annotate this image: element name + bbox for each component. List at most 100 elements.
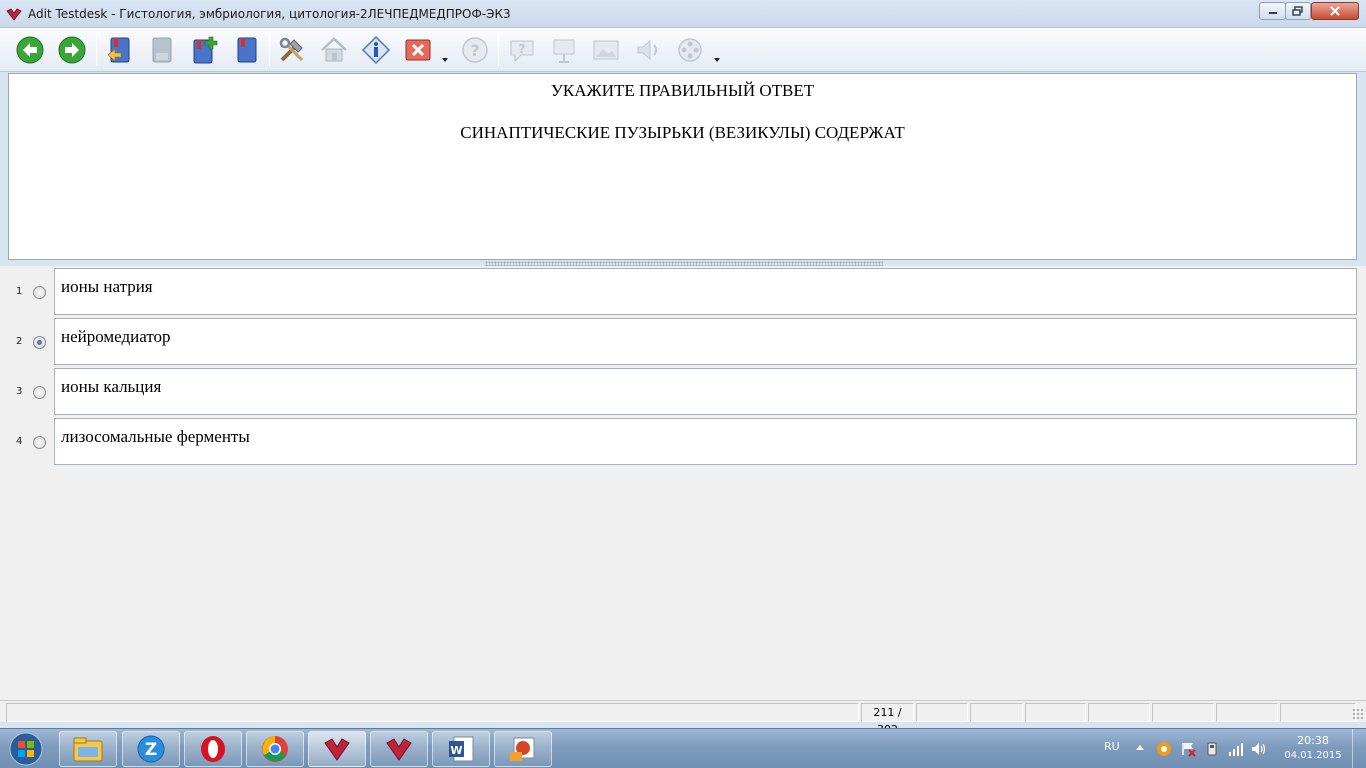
taskbar-word[interactable]: W <box>432 731 490 767</box>
action-center-icon[interactable] <box>1180 741 1196 757</box>
taskbar: Z W RU 20:38 04.01.2015 <box>0 728 1366 768</box>
image-icon <box>593 40 619 60</box>
question-pane: УКАЖИТЕ ПРАВИЛЬНЫЙ ОТВЕТ СИНАПТИЧЕСКИЕ П… <box>8 73 1357 260</box>
book-button[interactable] <box>229 33 263 67</box>
hint-button[interactable]: ? <box>505 33 539 67</box>
close-icon <box>1330 6 1340 16</box>
add-button[interactable] <box>187 33 221 67</box>
taskbar-z-app[interactable]: Z <box>122 731 180 767</box>
taskbar-chrome[interactable] <box>246 731 304 767</box>
status-cell <box>1088 703 1150 722</box>
taskbar-explorer[interactable] <box>59 731 117 767</box>
image-button[interactable] <box>589 33 623 67</box>
save-button[interactable] <box>144 33 178 67</box>
taskbar-testdesk-2[interactable] <box>370 731 428 767</box>
status-cell <box>970 703 1023 722</box>
clock-date: 04.01.2015 <box>1284 750 1342 761</box>
presentation-button[interactable] <box>547 33 581 67</box>
answer-radio-4[interactable] <box>33 436 46 449</box>
question-counter: 211 / 302 <box>861 703 914 736</box>
answer-option-2[interactable]: 2 нейромедиатор <box>0 316 1366 365</box>
opera-icon <box>201 736 225 762</box>
maximize-button[interactable] <box>1285 2 1311 20</box>
taskbar-testdesk[interactable] <box>308 731 366 767</box>
system-clock[interactable]: 20:38 04.01.2015 <box>1280 734 1346 761</box>
dropdown-arrow-icon[interactable] <box>442 58 448 62</box>
windows-logo-icon <box>9 732 43 766</box>
open-button[interactable] <box>102 33 136 67</box>
word-icon: W <box>449 736 474 762</box>
powerpoint-icon <box>510 737 535 761</box>
answer-radio-2[interactable] <box>33 336 46 349</box>
clock-time: 20:38 <box>1297 734 1329 747</box>
question-text: СИНАПТИЧЕСКИЕ ПУЗЫРЬКИ (ВЕЗИКУЛЫ) СОДЕРЖ… <box>460 123 905 142</box>
answer-box[interactable]: ионы натрия <box>54 268 1357 315</box>
forward-button[interactable] <box>55 33 89 67</box>
resize-grip[interactable] <box>1352 708 1364 720</box>
minimize-button[interactable] <box>1259 2 1286 20</box>
back-arrow-icon <box>16 36 44 64</box>
volume-icon[interactable] <box>1251 741 1267 757</box>
answer-text: лизосомальные ферменты <box>61 427 250 446</box>
answer-text: нейромедиатор <box>61 327 171 346</box>
tray-app-icon[interactable] <box>1156 741 1172 757</box>
status-cell <box>916 703 968 722</box>
help-button[interactable]: ? <box>458 33 492 67</box>
taskbar-opera[interactable] <box>184 731 242 767</box>
svg-text:?: ? <box>519 42 526 56</box>
svg-text:?: ? <box>470 41 479 60</box>
presentation-icon <box>553 39 575 63</box>
answer-number: 4 <box>16 436 23 447</box>
help-icon: ? <box>462 37 488 63</box>
tools-icon <box>279 37 304 62</box>
title-bar[interactable]: Adit Testdesk - Гистология, эмбриология,… <box>0 0 1366 28</box>
window-title: Adit Testdesk - Гистология, эмбриология,… <box>28 7 511 21</box>
answer-option-4[interactable]: 4 лизосомальные ферменты <box>0 416 1366 465</box>
forward-arrow-icon <box>58 36 86 64</box>
toolbar-separator <box>498 34 499 66</box>
status-cell <box>1152 703 1214 722</box>
answer-box[interactable]: нейромедиатор <box>54 318 1357 365</box>
status-cell <box>6 703 859 722</box>
book-icon <box>237 37 257 63</box>
open-book-icon <box>107 37 130 63</box>
status-bar: 211 / 302 <box>0 700 1366 736</box>
settings-button[interactable] <box>275 33 309 67</box>
answer-option-1[interactable]: 1 ионы натрия <box>0 266 1366 315</box>
language-indicator[interactable]: RU <box>1104 740 1120 753</box>
sound-icon <box>637 39 657 61</box>
back-button[interactable] <box>13 33 47 67</box>
taskbar-powerpoint[interactable] <box>494 731 552 767</box>
toolbar-separator <box>269 34 270 66</box>
usb-device-icon[interactable] <box>1204 741 1220 757</box>
restore-icon <box>1292 6 1303 16</box>
start-button[interactable] <box>2 730 50 768</box>
answer-number: 1 <box>16 286 23 297</box>
toolbar-separator <box>96 34 97 66</box>
show-desktop-button[interactable] <box>1352 729 1366 768</box>
answer-number: 2 <box>16 336 23 347</box>
answer-radio-1[interactable] <box>33 286 46 299</box>
show-hidden-icons-icon[interactable] <box>1136 744 1144 750</box>
network-signal-icon[interactable] <box>1228 741 1244 757</box>
video-button[interactable] <box>673 33 707 67</box>
answer-option-3[interactable]: 3 ионы кальция <box>0 366 1366 415</box>
answer-box[interactable]: ионы кальция <box>54 368 1357 415</box>
home-button[interactable] <box>317 33 351 67</box>
answer-box[interactable]: лизосомальные ферменты <box>54 418 1357 465</box>
answers-area: 1 ионы натрия 2 нейромедиатор 3 ионы кал… <box>0 266 1366 700</box>
close-button[interactable] <box>1311 2 1359 20</box>
testdesk-icon <box>386 738 412 761</box>
info-button[interactable] <box>359 33 393 67</box>
toolbar: ? ? <box>0 28 1366 72</box>
save-book-icon <box>152 37 172 63</box>
dropdown-arrow-icon[interactable] <box>714 58 720 62</box>
info-icon <box>361 35 391 65</box>
question-instruction: УКАЖИТЕ ПРАВИЛЬНЫЙ ОТВЕТ <box>550 81 815 100</box>
sound-button[interactable] <box>631 33 665 67</box>
answer-radio-3[interactable] <box>33 386 46 399</box>
testdesk-icon <box>324 738 350 761</box>
testdesk-logo-icon <box>6 8 22 21</box>
status-cell <box>1280 703 1356 722</box>
stop-button[interactable] <box>401 33 435 67</box>
